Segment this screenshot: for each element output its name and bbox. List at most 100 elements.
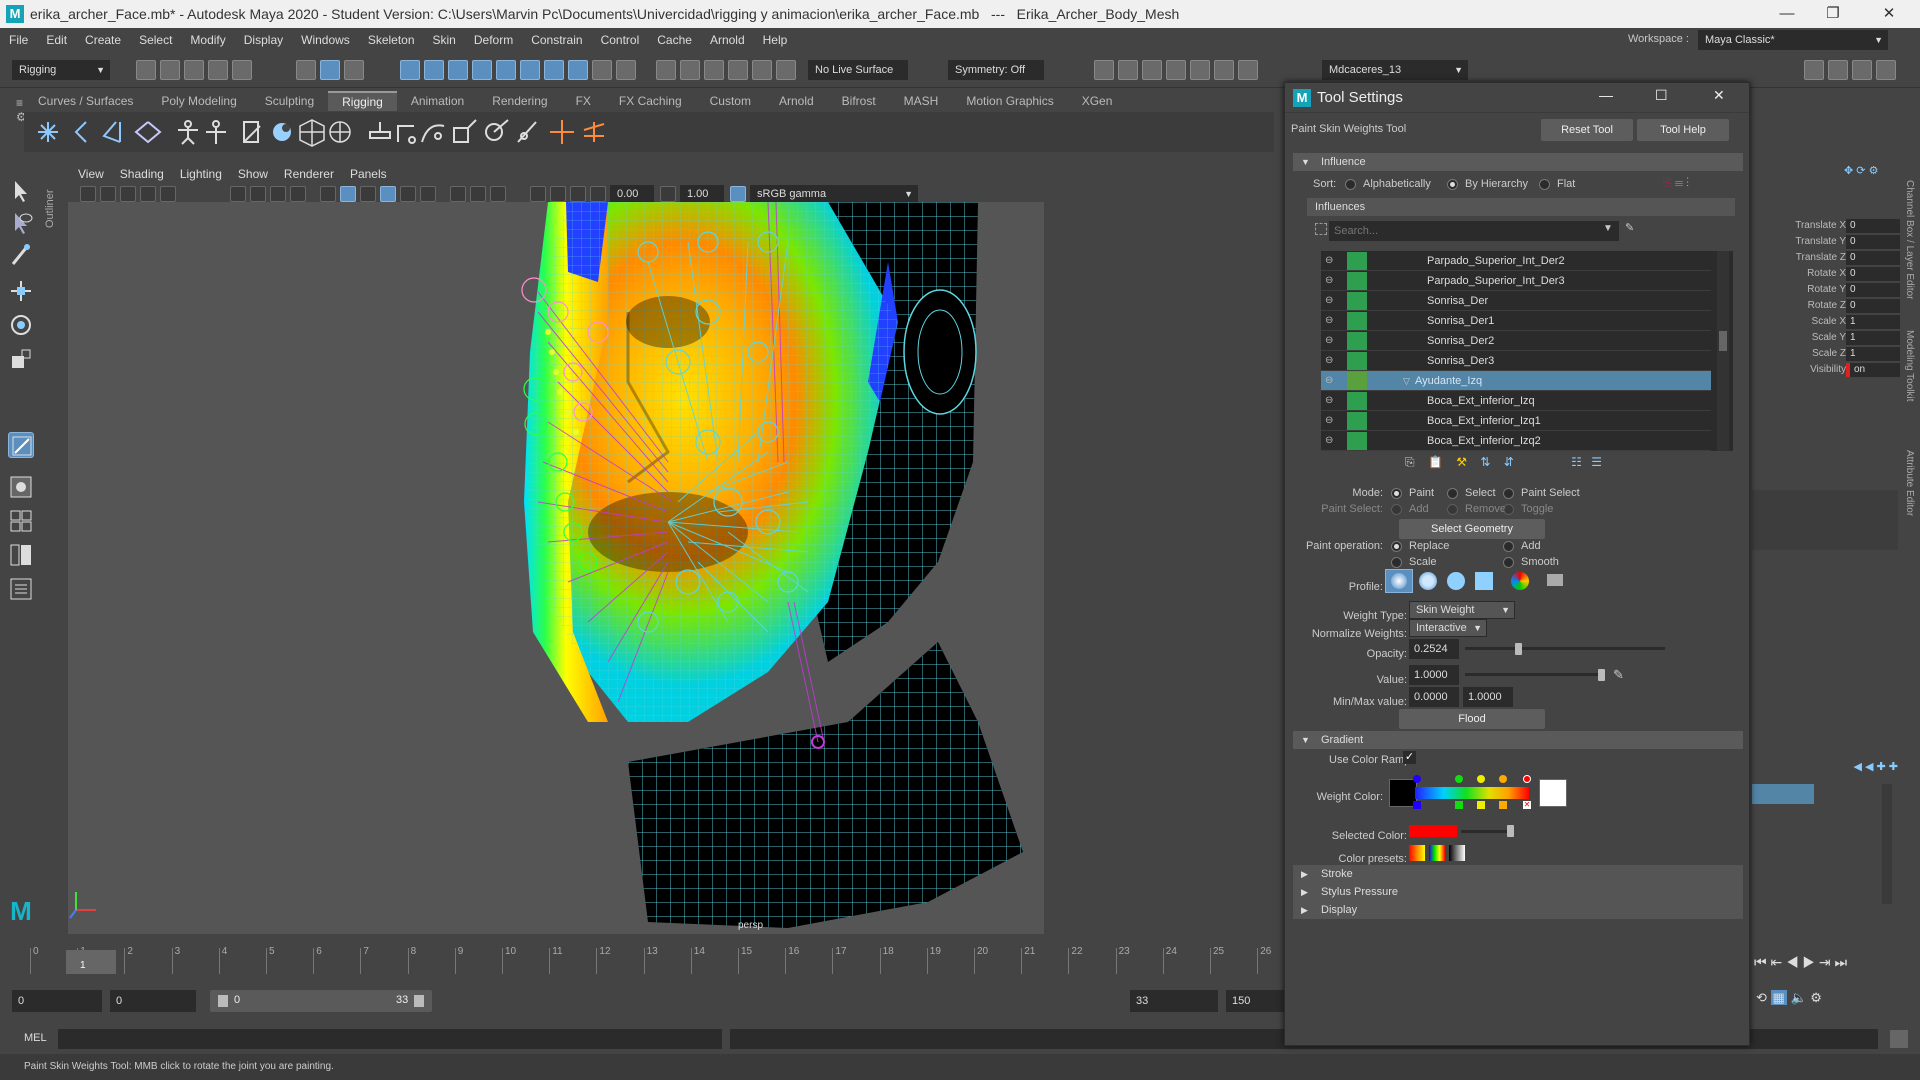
menuset-dropdown[interactable]: Rigging ▼ <box>12 60 110 80</box>
shelf-tab-rigging[interactable]: Rigging <box>328 91 397 111</box>
menu-create[interactable]: Create <box>76 28 130 52</box>
ramp-marker[interactable] <box>1499 801 1507 809</box>
list-item[interactable]: ⊖ Boca_Ext_inferior_Izq <box>1321 391 1711 411</box>
channel-scale-y[interactable]: Scale Y1 <box>1752 330 1912 346</box>
influence-search-input[interactable] <box>1329 221 1619 241</box>
exposure-field[interactable]: 0.00 <box>610 185 654 203</box>
create-joints-icon[interactable] <box>38 122 58 142</box>
resolution-gate-icon[interactable] <box>270 186 286 202</box>
mode-select-radio[interactable] <box>1447 488 1458 499</box>
shadows-icon[interactable] <box>420 186 436 202</box>
layer-new-icon[interactable]: ✚ <box>1877 761 1886 773</box>
close-window-button[interactable]: ✕ <box>1866 0 1912 28</box>
lock-icon[interactable]: ⊖ <box>1325 435 1337 447</box>
pole-vector-icon[interactable] <box>517 121 537 143</box>
ambient-occlusion-icon[interactable] <box>450 186 466 202</box>
smooth-shade-icon[interactable] <box>340 186 356 202</box>
list-view-icon[interactable]: ☷ <box>1571 455 1582 469</box>
parent-constraint-icon[interactable] <box>369 122 391 139</box>
channel-translate-z[interactable]: Translate Z0 <box>1752 250 1912 266</box>
move-weights-icon[interactable]: ⇅ <box>1480 455 1490 469</box>
lock-icon[interactable]: ⊖ <box>1325 355 1337 367</box>
list-item[interactable]: ⊖ Sonrisa_Der1 <box>1321 311 1711 331</box>
close-icon[interactable]: ✕ <box>1713 87 1725 104</box>
play-backwards-icon[interactable]: ◀ <box>1786 954 1799 970</box>
orient-constraint-icon[interactable] <box>421 124 445 143</box>
paint-select-remove-radio[interactable] <box>1447 504 1458 515</box>
panel-menu-shading[interactable]: Shading <box>112 167 172 181</box>
render-view-icon[interactable] <box>1094 60 1114 80</box>
skeleton-mirror-icon[interactable] <box>583 122 605 142</box>
modeling-toolkit-tab[interactable]: Modeling Toolkit <box>1904 330 1915 402</box>
weight-color-white-swatch[interactable] <box>1539 779 1567 807</box>
scale-constraint-icon[interactable] <box>453 119 477 143</box>
mode-paint-radio[interactable] <box>1391 488 1402 499</box>
channel-settings-icon[interactable]: ⚙ <box>1869 165 1879 177</box>
color-preset-grayscale-swatch[interactable] <box>1449 845 1465 861</box>
influence-section-header[interactable]: ▼ Influence <box>1293 153 1743 171</box>
ramp-marker[interactable] <box>1455 801 1463 809</box>
select-joints-icon[interactable] <box>448 60 468 80</box>
outliner-icon[interactable] <box>8 576 34 602</box>
highlight-selection-icon[interactable] <box>616 60 636 80</box>
lock-icon[interactable]: ⊖ <box>1325 255 1337 267</box>
undo-icon[interactable] <box>208 60 228 80</box>
sound-icon[interactable]: 🔈 <box>1790 990 1806 1005</box>
select-by-object-icon[interactable] <box>320 60 340 80</box>
list-item-selected[interactable]: ⊖ ▽ Ayudante_Izq <box>1321 371 1711 391</box>
loop-playback-icon[interactable]: ⟲ <box>1756 990 1767 1005</box>
isolate-select-icon[interactable] <box>530 186 546 202</box>
use-all-lights-icon[interactable] <box>400 186 416 202</box>
ramp-handle[interactable] <box>1455 775 1463 783</box>
layer-move-down-icon[interactable]: ◀ <box>1865 761 1873 773</box>
go-to-start-icon[interactable]: ⏮ <box>1754 954 1767 970</box>
shelf-tab-sculpting[interactable]: Sculpting <box>251 92 328 110</box>
lock-icon[interactable]: ⊖ <box>1325 335 1337 347</box>
opacity-field[interactable]: 0.2524 <box>1409 639 1459 659</box>
selected-color-swatch[interactable] <box>1409 825 1457 837</box>
arnold-render-icon[interactable] <box>1214 60 1234 80</box>
ramp-marker[interactable] <box>1413 801 1421 809</box>
influence-list-icon[interactable]: ☰ <box>1675 177 1683 189</box>
toggle-modeling-toolkit-icon[interactable] <box>1804 60 1824 80</box>
gamma-field[interactable]: 1.00 <box>680 185 724 203</box>
snap-point-icon[interactable] <box>704 60 724 80</box>
search-pin-icon[interactable]: ✎ <box>1625 221 1634 234</box>
sort-flat-radio[interactable] <box>1539 179 1550 190</box>
ramp-delete-marker-icon[interactable]: ✕ <box>1523 801 1531 809</box>
menu-file[interactable]: File <box>0 28 37 52</box>
tool-settings-titlebar[interactable]: M Tool Settings — ☐ ✕ <box>1285 83 1749 113</box>
value-field[interactable]: 1.0000 <box>1409 665 1459 685</box>
mode-paint-select-radio[interactable] <box>1503 488 1514 499</box>
panel-menu-view[interactable]: View <box>70 167 112 181</box>
select-tool-icon[interactable] <box>8 178 34 204</box>
lock-icon[interactable]: ⊖ <box>1325 295 1337 307</box>
shelf-tab-custom[interactable]: Custom <box>696 92 765 110</box>
influence-list-scrollbar[interactable] <box>1717 251 1729 451</box>
menu-windows[interactable]: Windows <box>292 28 359 52</box>
lock-selection-icon[interactable] <box>592 60 612 80</box>
stylus-pressure-section-header[interactable]: ▶ Stylus Pressure <box>1293 883 1743 901</box>
play-forwards-icon[interactable]: ▶ <box>1803 954 1816 970</box>
animation-prefs-icon[interactable]: ⚙ <box>1810 990 1822 1005</box>
workspace-dropdown[interactable]: Maya Classic* ▼ <box>1698 30 1888 50</box>
select-dynamics-icon[interactable] <box>544 60 564 80</box>
live-surface-field[interactable]: No Live Surface <box>808 60 908 80</box>
lasso-tool-icon[interactable] <box>8 210 34 236</box>
display-section-header[interactable]: ▶ Display <box>1293 901 1743 919</box>
channel-sync-icon[interactable]: ⟳ <box>1856 165 1865 177</box>
menu-constrain[interactable]: Constrain <box>522 28 591 52</box>
shelf-tab-rendering[interactable]: Rendering <box>478 92 561 110</box>
shelf-tab-arnold[interactable]: Arnold <box>765 92 828 110</box>
grid-toggle-icon[interactable] <box>230 186 246 202</box>
quick-rig-icon[interactable] <box>178 120 198 145</box>
channel-scale-z[interactable]: Scale Z1 <box>1752 346 1912 362</box>
shelf-tab-mash[interactable]: MASH <box>890 92 953 110</box>
snap-curve-icon[interactable] <box>680 60 700 80</box>
maximize-icon[interactable]: ☐ <box>1655 87 1668 104</box>
paste-weights-icon[interactable]: 📋 <box>1428 455 1443 469</box>
toggle-channel-box-icon[interactable] <box>1876 60 1896 80</box>
render-settings-icon[interactable] <box>1166 60 1186 80</box>
selected-color-slider-thumb[interactable] <box>1507 825 1514 837</box>
panel-menu-lighting[interactable]: Lighting <box>172 167 230 181</box>
